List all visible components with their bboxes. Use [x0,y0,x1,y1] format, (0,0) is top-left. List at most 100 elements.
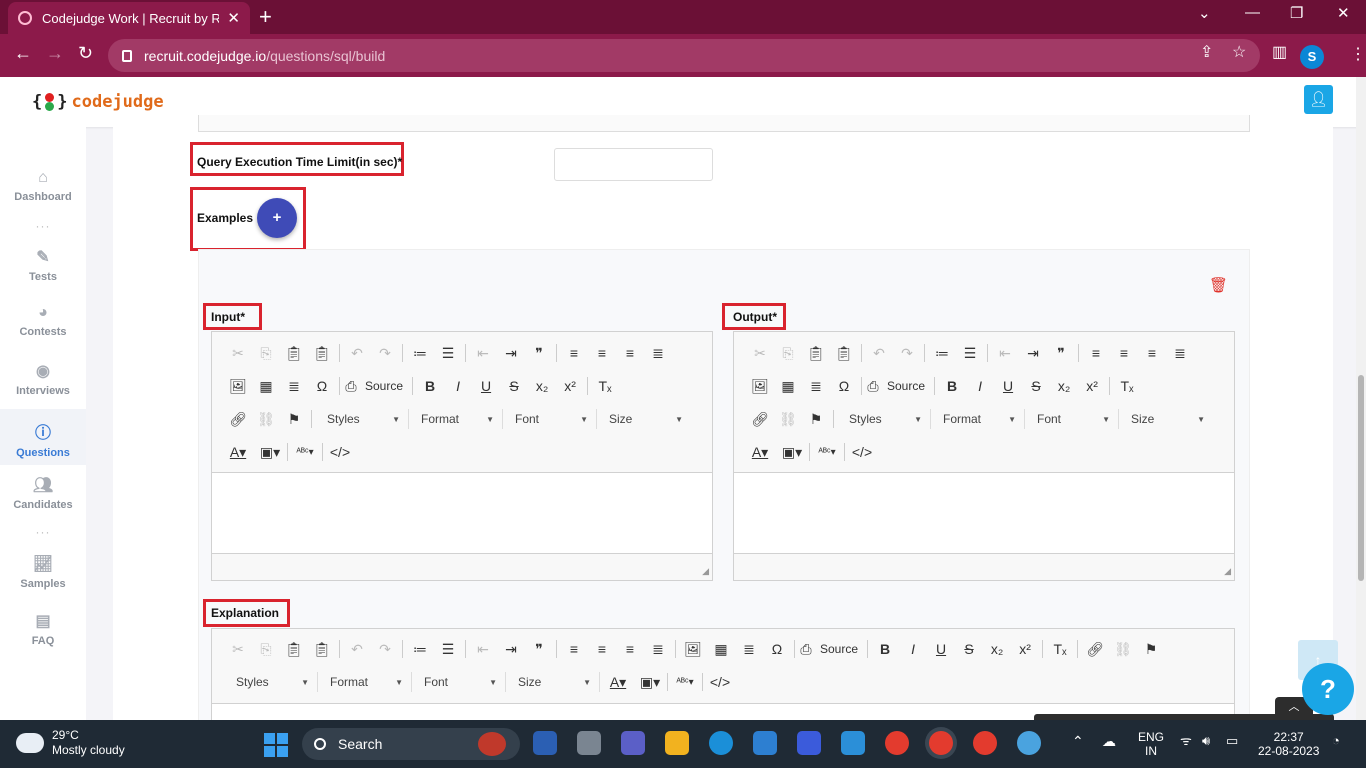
edge-icon[interactable] [709,731,733,755]
copy-icon[interactable]: ⎘ [252,641,280,658]
superscript-icon[interactable]: x² [1011,641,1039,657]
close-tab-icon[interactable]: ✕ [227,9,240,27]
globe-app-icon[interactable] [1017,731,1041,755]
undo-icon[interactable]: ↶ [343,345,371,362]
paste-text-icon[interactable]: 📋︎ [308,641,336,658]
sidebar-item-contests[interactable]: ◕ Contests [0,304,86,338]
source-button[interactable]: Source [881,379,931,393]
user-menu-button[interactable]: 👤︎ [1304,85,1333,114]
paste-icon[interactable]: 📋︎ [280,641,308,658]
redo-icon[interactable]: ↷ [371,641,399,658]
format-dropdown[interactable]: Format ▼ [931,409,1025,429]
spellcheck-icon[interactable]: ᴬᴮᶜ▾ [813,447,841,458]
forward-icon[interactable]: → [46,43,64,64]
bg-color-icon[interactable]: ▣▾ [778,444,806,461]
task-view-icon[interactable] [577,731,601,755]
text-color-icon[interactable]: A▾ [224,444,252,461]
outdent-icon[interactable]: ⇤ [469,641,497,658]
anchor-flag-icon[interactable]: ⚑ [1137,641,1165,658]
italic-icon[interactable]: I [444,378,472,394]
output-edit-area[interactable] [734,472,1234,554]
bullet-list-icon[interactable]: ☰ [434,641,462,658]
align-center-icon[interactable]: ≡ [1110,345,1138,361]
delete-example-icon[interactable]: 🗑︎ [1209,276,1228,294]
wifi-icon[interactable]: ᯤ [1180,734,1192,748]
align-left-icon[interactable]: ≡ [560,641,588,657]
clock[interactable]: 22:37 22-08-2023 [1258,730,1319,758]
special-char-icon[interactable]: Ω [308,378,336,394]
input-edit-area[interactable] [212,472,712,554]
browser-menu-icon[interactable]: ⋮ [1350,44,1366,64]
align-left-icon[interactable]: ≡ [1082,345,1110,361]
link-icon[interactable]: 🔗︎ [746,411,774,428]
remove-format-icon[interactable]: Tₓ [1046,641,1074,657]
app-icon[interactable] [797,731,821,755]
code-snippet-icon[interactable]: </> [326,444,354,460]
link-icon[interactable]: 🔗︎ [224,411,252,428]
windows-start-icon[interactable] [264,733,288,757]
bold-icon[interactable]: B [416,378,444,394]
paste-icon[interactable]: 📋︎ [280,345,308,362]
close-window-icon[interactable]: ✕ [1337,4,1350,22]
scrollbar-thumb[interactable] [1358,375,1364,581]
numbered-list-icon[interactable]: ≔ [406,345,434,362]
bullet-list-icon[interactable]: ☰ [434,345,462,362]
language-indicator[interactable]: ENG IN [1138,730,1164,758]
align-left-icon[interactable]: ≡ [560,345,588,361]
spellcheck-icon[interactable]: ᴬᴮᶜ▾ [291,447,319,458]
tab-search-icon[interactable]: ⌄ [1198,4,1211,22]
add-example-button[interactable]: + [257,198,297,238]
image-icon[interactable]: 🖼︎ [224,378,252,395]
align-center-icon[interactable]: ≡ [588,345,616,361]
time-limit-input[interactable] [554,148,713,181]
align-right-icon[interactable]: ≡ [616,641,644,657]
source-button[interactable]: Source [814,642,864,656]
horizontal-line-icon[interactable]: ≣ [280,378,308,395]
indent-icon[interactable]: ⇥ [1019,345,1047,362]
align-right-icon[interactable]: ≡ [1138,345,1166,361]
source-button[interactable]: Source [359,379,409,393]
indent-icon[interactable]: ⇥ [497,641,525,658]
italic-icon[interactable]: I [899,641,927,657]
store-icon[interactable] [753,731,777,755]
paste-icon[interactable]: 📋︎ [802,345,830,362]
taskbar-search[interactable]: Search [302,728,520,760]
paste-text-icon[interactable]: 📋︎ [830,345,858,362]
volume-icon[interactable]: 🔊︎ [1202,734,1210,748]
new-tab-icon[interactable]: + [259,4,272,30]
restore-icon[interactable]: ❐ [1290,4,1303,22]
redo-icon[interactable]: ↷ [371,345,399,362]
chrome-icon[interactable] [885,731,909,755]
sidebar-item-dashboard[interactable]: ⌂ Dashboard [0,169,86,203]
photos-icon[interactable] [841,731,865,755]
blockquote-icon[interactable]: ❞ [525,641,553,658]
font-dropdown[interactable]: Font ▼ [503,409,597,429]
unlink-icon[interactable]: ⛓ [774,411,802,428]
undo-icon[interactable]: ↶ [865,345,893,362]
copy-icon[interactable]: ⎘ [252,345,280,362]
bookmark-star-icon[interactable]: ☆ [1232,42,1246,62]
source-icon[interactable]: ⎙ [865,378,881,395]
subscript-icon[interactable]: x₂ [983,641,1011,657]
indent-icon[interactable]: ⇥ [497,345,525,362]
bg-color-icon[interactable]: ▣▾ [636,674,664,691]
browser-tab[interactable]: Codejudge Work | Recruit by Rea ✕ [8,2,250,34]
horizontal-line-icon[interactable]: ≣ [735,641,763,658]
styles-dropdown[interactable]: Styles ▼ [837,409,931,429]
font-dropdown[interactable]: Font ▼ [412,672,506,692]
justify-icon[interactable]: ≣ [1166,345,1194,362]
size-dropdown[interactable]: Size ▼ [597,409,691,429]
unlink-icon[interactable]: ⛓ [252,411,280,428]
onedrive-icon[interactable]: ☁ [1102,734,1116,748]
minimize-icon[interactable]: — [1245,4,1260,21]
page-scrollbar[interactable] [1356,77,1366,720]
cut-icon[interactable]: ✂ [224,641,252,658]
file-explorer-icon[interactable] [665,731,689,755]
source-icon[interactable]: ⎙ [343,378,359,395]
side-panel-icon[interactable]: ▥ [1272,42,1287,62]
italic-icon[interactable]: I [966,378,994,394]
copy-icon[interactable]: ⎘ [774,345,802,362]
image-icon[interactable]: 🖼︎ [746,378,774,395]
bg-color-icon[interactable]: ▣▾ [256,444,284,461]
reload-icon[interactable]: ↻ [78,43,93,64]
